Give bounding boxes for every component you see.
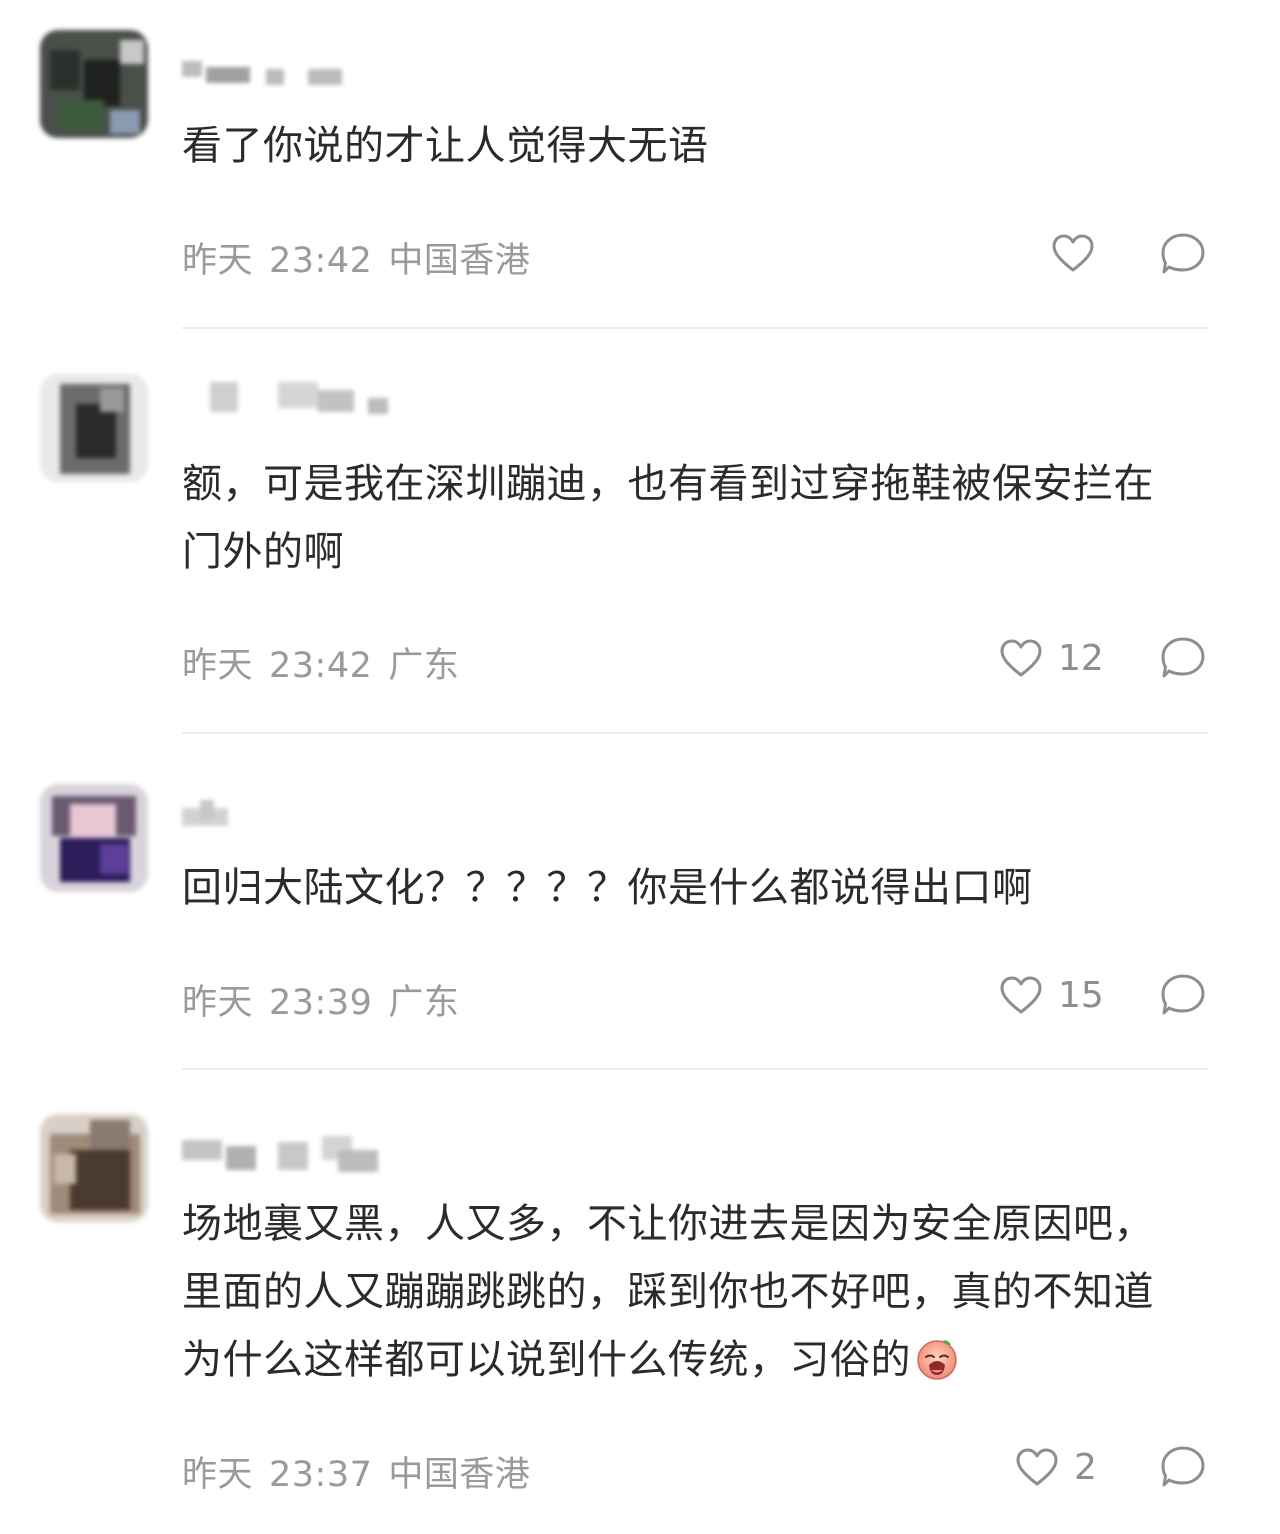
comment-text: 看了你说的才让人觉得大无语	[182, 123, 709, 169]
divider	[182, 1068, 1208, 1070]
like-button[interactable]: 2	[1016, 1447, 1097, 1488]
comment-meta: 昨天 23:42 广东	[182, 637, 459, 688]
like-count: 12	[1058, 638, 1104, 679]
comment-text: 额，可是我在深圳蹦迪，也有看到过穿拖鞋被保安拦在门外的啊	[182, 461, 1154, 575]
comment-bubble-icon	[1161, 637, 1205, 678]
comment-text: 场地裏又黑，人又多，不让你进去是因为安全原因吧，里面的人又蹦蹦跳跳的，踩到你也不…	[182, 1190, 1182, 1394]
username[interactable]	[182, 796, 422, 840]
avatar[interactable]	[40, 784, 148, 892]
reply-button[interactable]	[1160, 973, 1206, 1017]
avatar[interactable]	[40, 30, 148, 138]
heart-icon	[1000, 976, 1042, 1013]
heart-icon	[1052, 234, 1094, 272]
comment-location: 中国香港	[388, 241, 531, 281]
comment-meta: 昨天 23:42 中国香港	[182, 232, 530, 283]
divider	[182, 327, 1208, 329]
comment-time: 23:37	[269, 1455, 373, 1495]
reply-button[interactable]	[1160, 636, 1206, 680]
comment-bubble-icon	[1161, 233, 1205, 274]
comment-meta: 昨天 23:39 广东	[182, 974, 459, 1025]
comment-bubble-icon	[1161, 974, 1205, 1015]
like-count: 2	[1074, 1447, 1097, 1488]
avatar[interactable]	[40, 374, 148, 482]
comment-time: 23:39	[269, 983, 373, 1023]
comment-date: 昨天	[182, 1455, 254, 1495]
crying-face-emoji	[917, 1340, 957, 1380]
heart-icon	[1000, 639, 1042, 676]
comment-location: 广东	[388, 983, 460, 1023]
comment-date: 昨天	[182, 983, 254, 1023]
username[interactable]	[182, 378, 422, 422]
username[interactable]	[182, 55, 422, 99]
heart-icon	[1016, 1448, 1058, 1485]
comment-location: 中国香港	[388, 1455, 531, 1495]
reply-button[interactable]	[1160, 1445, 1206, 1489]
like-button[interactable]: 12	[1000, 638, 1104, 679]
comment-date: 昨天	[182, 646, 254, 686]
avatar[interactable]	[40, 1114, 148, 1222]
comment-time: 23:42	[269, 241, 373, 281]
comment-location: 广东	[388, 646, 460, 686]
like-button[interactable]	[1052, 234, 1094, 274]
comment-date: 昨天	[182, 241, 254, 281]
comment-text: 回归大陆文化？？？？？你是什么都说得出口啊	[182, 865, 1033, 911]
comment-time: 23:42	[269, 646, 373, 686]
like-count: 15	[1058, 975, 1104, 1016]
reply-button[interactable]	[1160, 232, 1206, 276]
comment-meta: 昨天 23:37 中国香港	[182, 1446, 530, 1497]
divider	[182, 732, 1208, 734]
like-button[interactable]: 15	[1000, 975, 1104, 1016]
username[interactable]	[182, 1132, 422, 1176]
comment-text-body: 场地裏又黑，人又多，不让你进去是因为安全原因吧，里面的人又蹦蹦跳跳的，踩到你也不…	[182, 1201, 1154, 1383]
comment-bubble-icon	[1161, 1446, 1205, 1487]
